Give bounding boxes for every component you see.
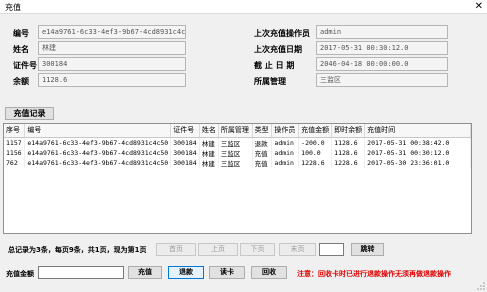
refund-button[interactable]: 退款 [168,266,204,279]
cell-card-no: e14a9761-6c33-4ef3-9b67-4cd8931c4c50 [24,137,172,148]
prev-page-button[interactable]: 上页 [198,243,238,256]
cell-operator: admin [271,137,300,148]
notice-text: 注意：回收卡时已进行退款操作无须再做退款操作 [297,270,451,278]
recharge-button[interactable]: 充值 [128,266,162,279]
cell-operator: admin [271,147,300,158]
expire-field[interactable]: 2046-04-18 00:00:00.0 [316,57,448,71]
cell-amount: 1228.6 [298,157,333,168]
window-title: 充值 [5,3,21,12]
cell-type: 充值 [252,157,273,168]
table-row[interactable]: 1157 e14a9761-6c33-4ef3-9b67-4cd8931c4c5… [4,137,471,148]
column-header[interactable]: 即时余额 [331,124,366,138]
cell-amount: 100.0 [298,147,333,158]
cell-dept: 三监区 [218,157,253,168]
table-header-row: 序号 编号 证件号 姓名 所属管理 类型 操作员 充值金额 即时余额 充值时间 [4,124,471,138]
read-card-button[interactable]: 读卡 [209,266,245,279]
cell-cert: 300184 [170,157,200,168]
card-no-label: 编号 [13,29,29,38]
column-header[interactable]: 充值时间 [364,124,471,138]
last-page-button[interactable]: 末页 [279,243,316,256]
cell-time: 2017-05-31 00:38:42.0 [364,137,471,148]
table-row[interactable]: 762 e14a9761-6c33-4ef3-9b67-4cd8931c4c50… [4,157,471,168]
balance-label: 余额 [13,77,29,86]
first-page-button[interactable]: 首页 [156,243,196,256]
column-header[interactable]: 证件号 [170,124,200,138]
column-header[interactable]: 充值金额 [298,124,333,138]
expire-label: 截 止 日 期 [254,61,295,70]
cell-time: 2017-05-30 23:36:01.0 [364,157,471,168]
dept-label: 所属管理 [254,77,286,86]
cell-type: 退款 [252,137,273,148]
dept-field[interactable]: 三监区 [316,73,448,87]
cell-card-no: e14a9761-6c33-4ef3-9b67-4cd8931c4c50 [24,147,172,158]
pager-summary: 总记录为3条，每页9条，共1页，现为第1页 [8,246,147,254]
cell-amount: -200.0 [298,137,333,148]
balance-field[interactable]: 1128.6 [38,73,186,87]
cell-cert: 300184 [170,147,200,158]
last-date-field[interactable]: 2017-05-31 00:30:12.0 [316,41,448,55]
name-label: 姓名 [13,45,29,54]
cell-type: 充值 [252,147,273,158]
column-header[interactable]: 姓名 [199,124,219,138]
cell-name: 林建 [199,157,219,168]
last-operator-field[interactable]: admin [316,25,448,39]
cell-dept: 三监区 [218,147,253,158]
cell-balance: 1228.6 [331,157,366,168]
column-header[interactable]: 操作员 [271,124,300,138]
cell-operator: admin [271,157,300,168]
goto-page-button[interactable]: 跳转 [351,243,384,256]
cell-name: 林建 [199,137,219,148]
next-page-button[interactable]: 下页 [240,243,275,256]
last-operator-label: 上次充值操作员 [254,29,310,38]
amount-input[interactable] [38,266,124,279]
recycle-card-button[interactable]: 回收 [251,266,287,279]
cell-seq: 762 [4,157,26,168]
last-date-label: 上次充值日期 [254,45,302,54]
cell-name: 林建 [199,147,219,158]
cell-balance: 1128.6 [331,137,366,148]
cell-time: 2017-05-31 00:30:12.0 [364,147,471,158]
name-field[interactable]: 林建 [38,41,186,55]
records-table[interactable]: 序号 编号 证件号 姓名 所属管理 类型 操作员 充值金额 即时余额 充值时间 … [3,123,472,234]
cell-dept: 三监区 [218,137,253,148]
cell-cert: 300184 [170,137,200,148]
amount-label: 充值金额 [6,270,34,278]
records-tab-button[interactable]: 充值记录 [5,107,54,120]
cert-field[interactable]: 300184 [38,57,186,71]
cell-balance: 1128.6 [331,147,366,158]
goto-page-input[interactable] [319,243,344,256]
close-icon[interactable]: ✕ [475,0,483,14]
cell-card-no: e14a9761-6c33-4ef3-9b67-4cd8931c4c50 [24,157,172,168]
cert-label: 证件号 [13,61,37,70]
column-header[interactable]: 类型 [252,124,273,138]
title-bar: 充值 ✕ [0,0,487,14]
column-header[interactable]: 序号 [4,124,26,138]
cell-seq: 1156 [4,147,26,158]
table-row[interactable]: 1156 e14a9761-6c33-4ef3-9b67-4cd8931c4c5… [4,147,471,158]
card-no-field[interactable]: e14a9761-6c33-4ef3-9b67-4cd8931c4c50 [38,25,186,39]
column-header[interactable]: 编号 [24,124,172,138]
column-header[interactable]: 所属管理 [218,124,253,138]
resize-grip-icon[interactable] [477,282,485,290]
cell-seq: 1157 [4,137,26,148]
